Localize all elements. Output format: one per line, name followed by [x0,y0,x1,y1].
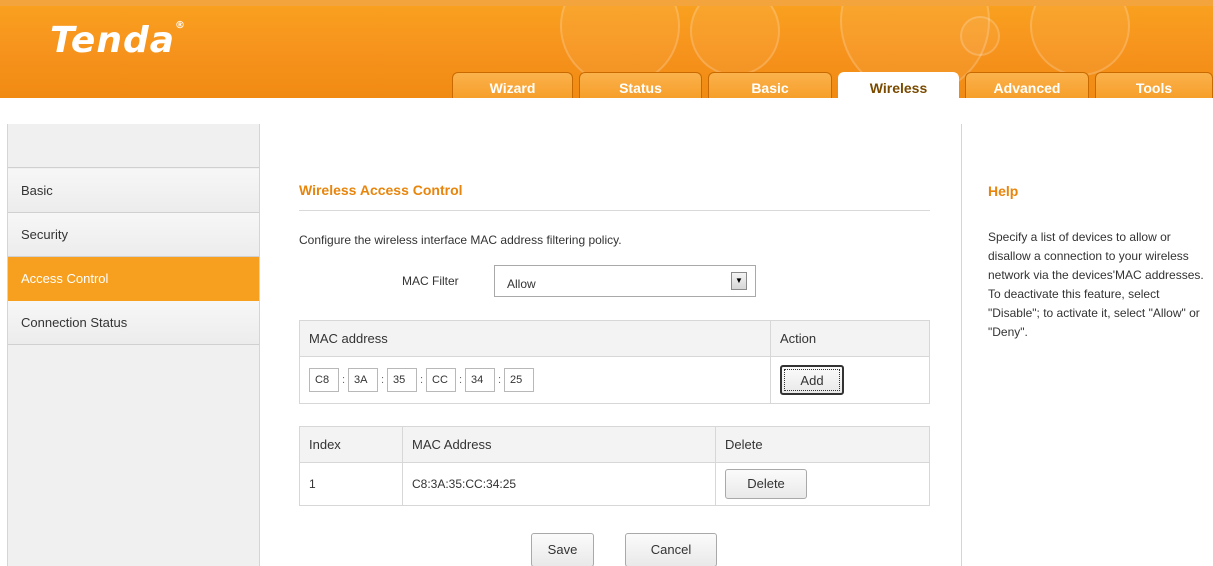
tab-wizard[interactable]: Wizard [452,72,573,98]
header-banner: Tenda® Wizard Status Basic Wireless Adva… [0,0,1213,98]
mac-octet-input-5[interactable]: 34 [465,368,495,392]
decorative-bubble [1030,6,1130,76]
col-header-mac: MAC address [299,320,771,357]
mac-filter-label: MAC Filter [402,274,459,288]
mac-separator: : [341,374,346,386]
mac-octet-input-4[interactable]: CC [426,368,456,392]
delete-button[interactable]: Delete [725,469,807,499]
save-button[interactable]: Save [531,533,594,566]
row-delete-cell: Delete [715,462,930,506]
mac-separator: : [497,374,502,386]
row-index: 1 [299,462,403,506]
mac-separator: : [380,374,385,386]
logo-text: Tenda [50,20,176,61]
sidebar: Basic Security Access Control Connection… [7,124,260,566]
tab-status[interactable]: Status [579,72,702,98]
tenda-logo: Tenda® [50,20,186,61]
tab-tools[interactable]: Tools [1095,72,1213,98]
mac-separator: : [458,374,463,386]
table-row: 1 C8:3A:35:CC:34:25 Delete [299,462,930,506]
mac-filter-value: Allow [507,277,536,291]
help-panel: Help Specify a list of devices to allow … [962,124,1213,566]
cancel-button[interactable]: Cancel [625,533,717,566]
dropdown-arrow-icon[interactable]: ▼ [731,272,747,290]
page-title: Wireless Access Control [299,182,463,198]
col-header-mac-address: MAC Address [402,426,716,463]
help-title: Help [988,183,1019,199]
decorative-bubble [690,6,780,76]
mac-input-group: C8:3A:35: CC:34:25 [299,356,771,404]
sidebar-item-access-control[interactable]: Access Control [8,257,260,301]
tab-wireless[interactable]: Wireless [838,72,959,98]
tab-basic[interactable]: Basic [708,72,832,98]
add-button[interactable]: Add [780,365,844,395]
main-content: Wireless Access Control Configure the wi… [259,124,962,566]
help-text: Specify a list of devices to allow or di… [988,230,1204,339]
tab-advanced[interactable]: Advanced [965,72,1089,98]
page-description: Configure the wireless interface MAC add… [299,233,622,247]
title-divider [299,210,930,211]
sidebar-item-connection-status[interactable]: Connection Status [8,301,260,345]
mac-filter-select[interactable]: Allow ▼ [494,265,756,297]
sidebar-item-security[interactable]: Security [8,213,260,257]
mac-octet-input-6[interactable]: 25 [504,368,534,392]
mac-octet-input-1[interactable]: C8 [309,368,339,392]
registered-mark: ® [175,20,187,31]
sidebar-item-basic[interactable]: Basic [8,169,260,213]
sidebar-spacer [8,124,260,168]
mac-separator: : [419,374,424,386]
col-header-action: Action [770,320,930,357]
row-mac-address: C8:3A:35:CC:34:25 [402,462,716,506]
col-header-delete: Delete [715,426,930,463]
action-cell: Add [770,356,930,404]
col-header-index: Index [299,426,403,463]
decorative-bubble [960,16,1000,56]
mac-octet-input-3[interactable]: 35 [387,368,417,392]
mac-octet-input-2[interactable]: 3A [348,368,378,392]
mac-entry-table: MAC address Action C8:3A:35: CC:34:25 Add [299,320,930,404]
mac-list-table: Index MAC Address Delete 1 C8:3A:35:CC:3… [299,426,930,506]
